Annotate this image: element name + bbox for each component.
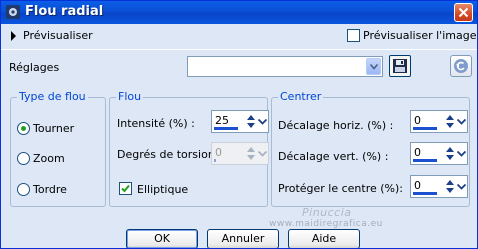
- presets-row: Réglages: [1, 49, 477, 84]
- spin-up-down-icon: [247, 147, 255, 160]
- blur-type-group: Type de flou Tourner Zoom Tordre: [10, 90, 106, 207]
- protect-center-label: Protéger le centre (%):: [278, 182, 404, 195]
- preview-row: Prévisualiser Prévisualiser l'image: [1, 24, 477, 49]
- h-offset-spin-arrows[interactable]: [444, 112, 456, 131]
- twist-value[interactable]: 0: [215, 146, 222, 159]
- checkmark-icon: [121, 184, 130, 193]
- chevron-down-icon: [258, 119, 267, 125]
- protect-center-value[interactable]: 0: [414, 179, 421, 192]
- spin-up-down-icon: [247, 115, 255, 128]
- spin-up-down-icon: [446, 180, 454, 193]
- center-legend: Centrer: [278, 90, 324, 103]
- twist-label: Degrés de torsion :: [117, 148, 222, 161]
- watermark-line1: Pinuccia: [302, 206, 352, 219]
- blur-type-legend: Type de flou: [17, 90, 88, 103]
- preview-image-checkbox-box[interactable]: [347, 29, 360, 42]
- app-icon: [5, 4, 21, 20]
- window-title: Flou radial: [25, 4, 104, 19]
- protect-center-spin-arrows[interactable]: [444, 177, 456, 196]
- expand-triangle-icon[interactable]: [11, 31, 16, 41]
- presets-dropdown[interactable]: [187, 56, 383, 77]
- center-group: Centrer Décalage horiz. (%) : 0 Décalage…: [271, 90, 470, 207]
- radio-tourner-label[interactable]: Tourner: [33, 122, 74, 135]
- spin-up-down-icon: [446, 115, 454, 128]
- intensity-spinner[interactable]: 25: [211, 110, 269, 133]
- close-button[interactable]: [454, 3, 473, 22]
- radio-tordre-button[interactable]: [17, 183, 30, 196]
- main-panel: Type de flou Tourner Zoom Tordre Flou In…: [1, 84, 477, 213]
- intensity-value[interactable]: 25: [215, 114, 229, 127]
- chevron-down-icon: [457, 151, 466, 157]
- preview-image-label[interactable]: Prévisualiser l'image: [363, 29, 476, 42]
- title-bar[interactable]: Flou radial: [1, 1, 477, 24]
- protect-center-dropdown[interactable]: [457, 177, 467, 196]
- save-preset-button[interactable]: [389, 55, 411, 77]
- intensity-label: Intensité (%) :: [117, 117, 195, 130]
- intensity-dropdown[interactable]: [258, 112, 268, 131]
- reset-button[interactable]: [450, 55, 472, 77]
- v-offset-spinner[interactable]: 0: [410, 142, 468, 165]
- radio-tourner-button[interactable]: [17, 122, 30, 135]
- twist-slider-bar[interactable]: [214, 159, 216, 162]
- h-offset-value[interactable]: 0: [414, 114, 421, 127]
- h-offset-dropdown[interactable]: [457, 112, 467, 131]
- radio-zoom-label[interactable]: Zoom: [33, 152, 65, 165]
- protect-center-slider-bar[interactable]: [413, 192, 437, 195]
- presets-dropdown-arrow[interactable]: [366, 58, 381, 75]
- twist-dropdown[interactable]: [258, 144, 268, 163]
- chevron-down-icon: [370, 64, 378, 70]
- elliptical-label[interactable]: Elliptique: [137, 183, 188, 196]
- spin-up-down-icon: [446, 147, 454, 160]
- help-button[interactable]: Aide: [288, 229, 360, 248]
- chevron-down-icon: [258, 151, 267, 157]
- preview-toggle-label[interactable]: Prévisualiser: [23, 29, 93, 42]
- v-offset-spin-arrows[interactable]: [444, 144, 456, 163]
- v-offset-value[interactable]: 0: [414, 146, 421, 159]
- presets-label: Réglages: [9, 61, 60, 74]
- h-offset-label: Décalage horiz. (%) :: [278, 119, 394, 132]
- twist-spinner[interactable]: 0: [211, 142, 269, 165]
- elliptical-checkbox-box[interactable]: [119, 182, 132, 195]
- twist-spin-arrows[interactable]: [245, 144, 257, 163]
- intensity-spin-arrows[interactable]: [245, 112, 257, 131]
- v-offset-dropdown[interactable]: [457, 144, 467, 163]
- v-offset-slider-bar[interactable]: [413, 159, 437, 162]
- chevron-down-icon: [457, 184, 466, 190]
- reset-arrow-icon: [454, 59, 468, 73]
- intensity-slider-bar[interactable]: [214, 127, 238, 130]
- h-offset-spinner[interactable]: 0: [410, 110, 468, 133]
- blur-legend: Flou: [116, 90, 144, 103]
- radio-selected-dot: [21, 126, 26, 131]
- ok-button[interactable]: OK: [126, 229, 198, 248]
- protect-center-spinner[interactable]: 0: [410, 175, 468, 198]
- v-offset-label: Décalage vert. (%) :: [278, 150, 389, 163]
- cancel-button[interactable]: Annuler: [207, 229, 279, 248]
- floppy-disk-icon: [393, 59, 407, 73]
- h-offset-slider-bar[interactable]: [413, 127, 437, 130]
- close-icon: [458, 7, 469, 18]
- blur-group: Flou Intensité (%) : 25 Degrés de torsio…: [109, 90, 269, 207]
- watermark: Pinuccia www.maidiregrafica.eu: [269, 206, 399, 230]
- chevron-down-icon: [457, 119, 466, 125]
- radio-zoom-button[interactable]: [17, 152, 30, 165]
- watermark-line2: www.maidiregrafica.eu: [269, 219, 383, 229]
- dialog-window: Flou radial Prévisualiser Prévisualiser …: [0, 0, 478, 249]
- radio-tordre-label[interactable]: Tordre: [33, 183, 67, 196]
